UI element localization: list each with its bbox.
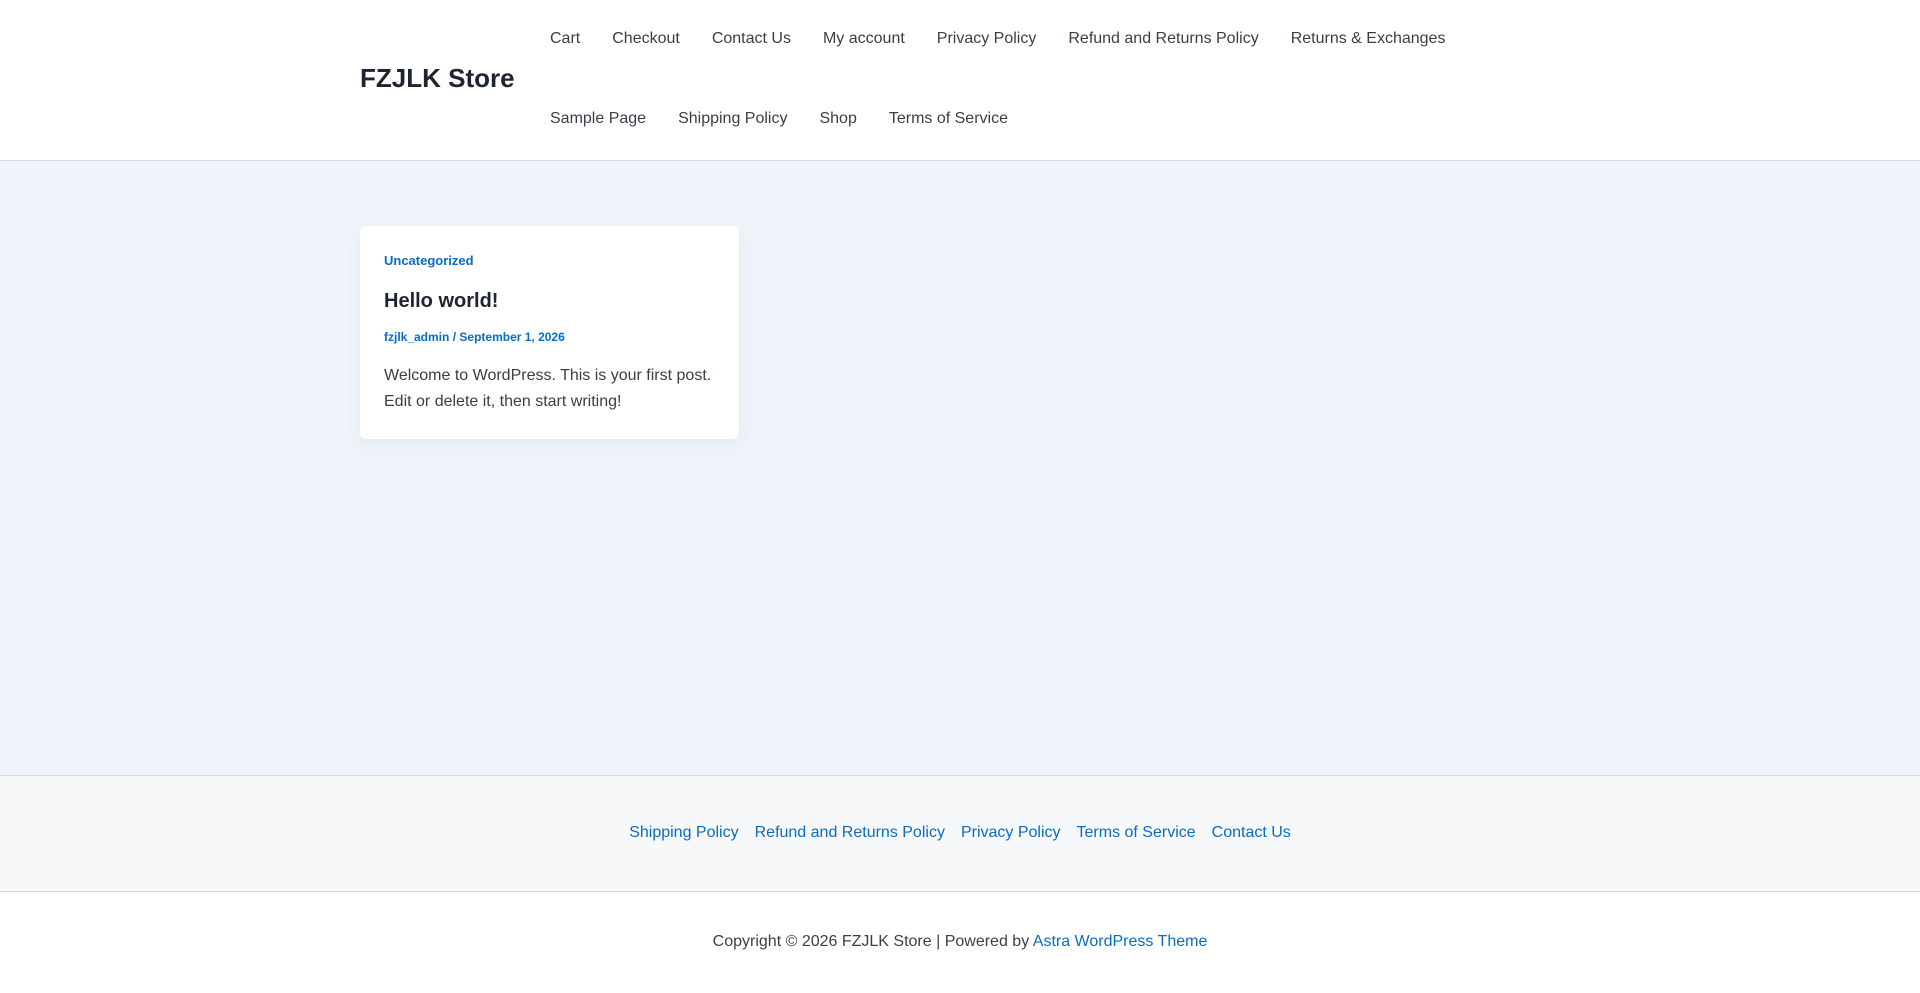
nav-item-shop[interactable]: Shop bbox=[819, 104, 856, 134]
nav-item-contact-us[interactable]: Contact Us bbox=[712, 24, 791, 54]
site-header: FZJLK Store Cart Checkout Contact Us My … bbox=[0, 0, 1920, 161]
footer-link-terms-of-service[interactable]: Terms of Service bbox=[1077, 824, 1196, 842]
post-title-link[interactable]: Hello world! bbox=[384, 290, 498, 313]
nav-item-refund-returns-policy[interactable]: Refund and Returns Policy bbox=[1068, 24, 1258, 54]
nav-item-my-account[interactable]: My account bbox=[823, 24, 905, 54]
post-meta-separator: / bbox=[452, 330, 457, 344]
footer-nav-bar: Shipping Policy Refund and Returns Polic… bbox=[0, 775, 1920, 892]
post-category-link[interactable]: Uncategorized bbox=[384, 253, 474, 268]
post-date-link[interactable]: September 1, 2026 bbox=[459, 330, 564, 344]
footer-nav: Shipping Policy Refund and Returns Polic… bbox=[0, 824, 1920, 842]
primary-nav-row-2: Sample Page Shipping Policy Shop Terms o… bbox=[550, 104, 1040, 134]
nav-item-checkout[interactable]: Checkout bbox=[612, 24, 680, 54]
post-author-link[interactable]: fzjlk_admin bbox=[384, 330, 449, 344]
footer-link-privacy-policy[interactable]: Privacy Policy bbox=[961, 824, 1061, 842]
post-excerpt: Welcome to WordPress. This is your first… bbox=[384, 367, 712, 410]
astra-theme-link[interactable]: Astra WordPress Theme bbox=[1033, 933, 1208, 950]
post-card: Uncategorized Hello world! fzjlk_admin /… bbox=[360, 226, 739, 439]
post-meta: fzjlk_admin / September 1, 2026 bbox=[384, 330, 565, 344]
footer-link-refund-returns-policy[interactable]: Refund and Returns Policy bbox=[755, 824, 945, 842]
nav-item-shipping-policy[interactable]: Shipping Policy bbox=[678, 104, 787, 134]
main-content: Uncategorized Hello world! fzjlk_admin /… bbox=[0, 161, 1920, 775]
copyright-bar: Copyright © 2026 FZJLK Store | Powered b… bbox=[0, 892, 1920, 993]
nav-item-sample-page[interactable]: Sample Page bbox=[550, 104, 646, 134]
nav-item-privacy-policy[interactable]: Privacy Policy bbox=[937, 24, 1037, 54]
site-title-link[interactable]: FZJLK Store bbox=[360, 62, 515, 94]
copyright-text: Copyright © 2026 FZJLK Store | Powered b… bbox=[0, 933, 1920, 951]
footer-link-contact-us[interactable]: Contact Us bbox=[1212, 824, 1291, 842]
footer-link-shipping-policy[interactable]: Shipping Policy bbox=[629, 824, 738, 842]
nav-item-returns-exchanges[interactable]: Returns & Exchanges bbox=[1291, 24, 1446, 54]
copyright-prefix: Copyright © 2026 FZJLK Store | Powered b… bbox=[712, 933, 1030, 950]
nav-item-terms-of-service[interactable]: Terms of Service bbox=[889, 104, 1008, 134]
nav-item-cart[interactable]: Cart bbox=[550, 24, 580, 54]
primary-nav-row-1: Cart Checkout Contact Us My account Priv… bbox=[550, 24, 1477, 54]
